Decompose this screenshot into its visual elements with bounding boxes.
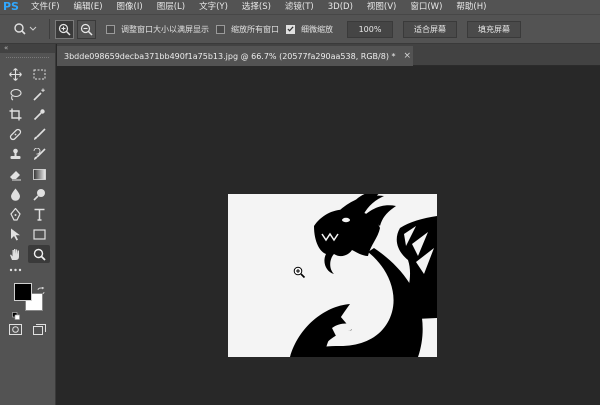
- lasso-icon: [9, 88, 22, 100]
- close-tab-icon[interactable]: ×: [403, 51, 411, 61]
- lasso-tool[interactable]: [4, 85, 26, 103]
- dodge-tool[interactable]: [28, 185, 50, 203]
- scrubby-zoom-option[interactable]: 细微缩放: [286, 24, 333, 35]
- menu-file[interactable]: 文件(F): [24, 0, 67, 14]
- bandage-icon: [9, 128, 21, 140]
- foreground-color-swatch[interactable]: [14, 283, 32, 301]
- eyedropper-icon: [33, 108, 45, 120]
- move-tool[interactable]: [4, 65, 26, 83]
- resize-windows-label: 调整窗口大小以满屏显示: [121, 24, 209, 34]
- gradient-tool[interactable]: [28, 165, 50, 183]
- zoom-tool-icon: [14, 23, 37, 35]
- screen-mode-icon: [32, 323, 46, 335]
- healing-brush-tool[interactable]: [4, 125, 26, 143]
- zoom-tool[interactable]: [28, 245, 50, 263]
- document-tab[interactable]: 3bdde098659decba371bb490f1a75b13.jpg @ 6…: [57, 46, 413, 66]
- menu-filter[interactable]: 滤镜(T): [278, 0, 321, 14]
- brush-tool[interactable]: [28, 125, 50, 143]
- zoom-in-icon: [58, 23, 71, 36]
- zoom-out-icon: [80, 23, 93, 36]
- quick-mask-button[interactable]: [4, 320, 26, 338]
- marquee-tool[interactable]: [28, 65, 50, 83]
- canvas-area[interactable]: [57, 66, 600, 405]
- menu-3d[interactable]: 3D(D): [321, 0, 360, 14]
- menu-view[interactable]: 视图(V): [360, 0, 403, 14]
- menu-bar: PS 文件(F) 编辑(E) 图像(I) 图层(L) 文字(Y) 选择(S) 滤…: [0, 0, 600, 14]
- zoom-in-button[interactable]: [55, 19, 74, 39]
- move-icon: [8, 67, 22, 81]
- scrubby-zoom-label: 细微缩放: [301, 24, 333, 34]
- options-bar: 调整窗口大小以满屏显示 缩放所有窗口 细微缩放 100% 适合屏幕 填充屏幕: [0, 14, 600, 44]
- brush-icon: [33, 127, 46, 140]
- marquee-icon: [33, 69, 45, 79]
- eraser-tool[interactable]: [4, 165, 26, 183]
- resize-windows-checkbox[interactable]: [106, 24, 115, 34]
- rectangle-icon: [32, 228, 46, 240]
- checkmark-icon: [287, 26, 294, 32]
- tools-panel: «: [0, 44, 56, 405]
- menu-layer[interactable]: 图层(L): [150, 0, 192, 14]
- document-canvas[interactable]: [228, 194, 437, 357]
- dragon-silhouette-image: [290, 194, 437, 357]
- magic-wand-tool[interactable]: [28, 85, 50, 103]
- default-colors-icon[interactable]: [12, 305, 20, 320]
- document-tab-title: 3bdde098659decba371bb490f1a75b13.jpg @ 6…: [64, 51, 396, 61]
- menu-type[interactable]: 文字(Y): [192, 0, 235, 14]
- crop-icon: [9, 108, 21, 120]
- rectangle-tool[interactable]: [28, 225, 50, 243]
- menu-image[interactable]: 图像(I): [110, 0, 150, 14]
- droplet-icon: [10, 188, 20, 201]
- zoom-all-windows-checkbox[interactable]: [216, 24, 225, 34]
- eyedropper-tool[interactable]: [28, 105, 50, 123]
- options-separator: [49, 19, 50, 39]
- clone-stamp-tool[interactable]: [4, 145, 26, 163]
- type-tool[interactable]: [28, 205, 50, 223]
- zoom-all-windows-option[interactable]: 缩放所有窗口: [216, 24, 279, 35]
- document-tab-strip: 3bdde098659decba371bb490f1a75b13.jpg @ 6…: [57, 44, 600, 66]
- photoshop-logo: PS: [3, 0, 19, 13]
- scrubby-zoom-checkbox[interactable]: [286, 24, 295, 34]
- history-brush-tool[interactable]: [28, 145, 50, 163]
- menu-select[interactable]: 选择(S): [235, 0, 278, 14]
- more-tools-button[interactable]: [4, 265, 26, 275]
- ellipsis-icon: [9, 268, 21, 272]
- zoom-percent-field[interactable]: 100%: [347, 20, 393, 38]
- menu-help[interactable]: 帮助(H): [449, 0, 493, 14]
- tools-panel-collapse[interactable]: «: [0, 44, 55, 53]
- magic-wand-icon: [32, 88, 45, 101]
- pen-icon: [9, 207, 21, 221]
- magnifier-icon: [33, 248, 46, 261]
- resize-windows-option[interactable]: 调整窗口大小以满屏显示: [106, 24, 209, 35]
- zoom-all-windows-label: 缩放所有窗口: [231, 24, 279, 34]
- blur-tool[interactable]: [4, 185, 26, 203]
- tool-preset-picker[interactable]: [6, 16, 44, 42]
- zoom-cursor-icon: [293, 264, 306, 283]
- menu-edit[interactable]: 编辑(E): [67, 0, 110, 14]
- fill-screen-button[interactable]: 填充屏幕: [467, 20, 521, 38]
- fit-screen-button[interactable]: 适合屏幕: [403, 20, 457, 38]
- zoom-out-button[interactable]: [77, 19, 96, 39]
- eraser-icon: [9, 170, 21, 180]
- arrow-pointer-icon: [10, 228, 20, 240]
- history-brush-icon: [33, 147, 46, 160]
- dodge-icon: [32, 188, 45, 201]
- hand-icon: [9, 248, 19, 260]
- type-icon: [34, 208, 44, 221]
- gradient-icon: [32, 168, 46, 180]
- screen-mode-button[interactable]: [28, 320, 50, 338]
- tools-panel-grip[interactable]: [6, 57, 49, 63]
- pen-tool[interactable]: [4, 205, 26, 223]
- hand-tool[interactable]: [4, 245, 26, 263]
- swap-colors-icon[interactable]: [37, 280, 45, 295]
- stamp-icon: [10, 148, 20, 159]
- quick-mask-icon: [8, 323, 22, 335]
- crop-tool[interactable]: [4, 105, 26, 123]
- path-selection-tool[interactable]: [4, 225, 26, 243]
- menu-window[interactable]: 窗口(W): [403, 0, 449, 14]
